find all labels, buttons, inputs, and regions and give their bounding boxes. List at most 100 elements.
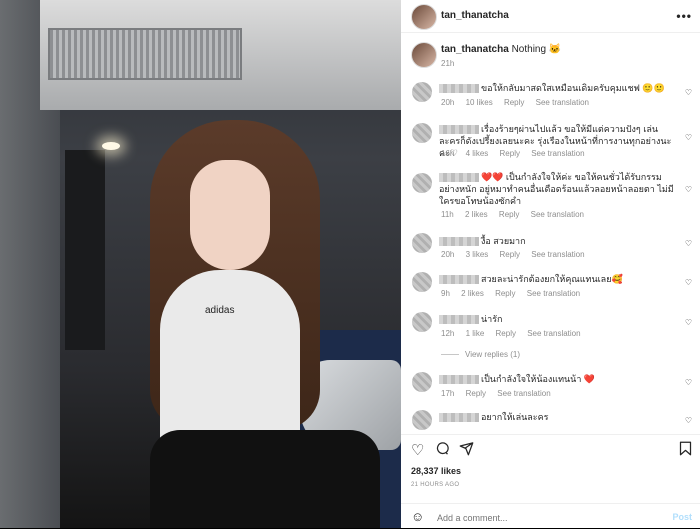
blurred-username[interactable] (439, 375, 479, 385)
share-icon[interactable] (459, 441, 474, 460)
see-translation-button[interactable]: See translation (536, 98, 589, 107)
comment-meta: 20h 3 likes Reply See translation (441, 250, 594, 259)
comment-time[interactable]: 16h (441, 149, 454, 158)
reply-button[interactable]: Reply (495, 289, 515, 298)
comment-likes[interactable]: 4 likes (466, 149, 489, 158)
photo-air-vent (48, 28, 242, 80)
add-comment-bar: ☺ Post (401, 503, 700, 529)
comment-meta: 20h 10 likes Reply See translation (441, 98, 598, 107)
caption-username[interactable]: tan_thanatcha (441, 44, 509, 55)
comment-avatar[interactable] (412, 272, 432, 292)
comment-text: ❤️❤️ เป็นกำลังใจให้ค่ะ ขอให้คนชั่วได้รับ… (439, 172, 674, 206)
comment-icon-svg (436, 442, 449, 455)
bookmark-icon-svg (679, 441, 692, 456)
photo-person-shirt (160, 270, 300, 450)
comment-time[interactable]: 17h (441, 389, 454, 398)
blurred-username[interactable] (439, 315, 479, 325)
heart-icon[interactable]: ♡ (685, 416, 692, 425)
comment-time[interactable]: 11h (441, 210, 454, 219)
more-icon[interactable]: ••• (676, 9, 692, 23)
comment-text: อยากให้เล่นละคร (439, 411, 679, 423)
posted-time[interactable]: 21 HOURS AGO (411, 482, 459, 488)
comment-text: สวยละน่ารักต้องยกให้คุณแทนเลย🥰 (439, 273, 679, 285)
comment-icon[interactable] (435, 441, 450, 460)
share-icon-svg (459, 442, 474, 456)
blurred-username[interactable] (439, 275, 479, 285)
reply-button[interactable]: Reply (466, 389, 486, 398)
heart-icon[interactable]: ♡ (685, 378, 692, 387)
comment-time[interactable]: 20h (441, 250, 454, 259)
blurred-username[interactable] (439, 84, 479, 94)
comment-meta: 16h 4 likes Reply See translation (441, 149, 594, 158)
comment-time[interactable]: 20h (441, 98, 454, 107)
post-side-panel: tan_thanatcha ••• tan_thanatcha Nothing … (401, 0, 700, 528)
comment-avatar[interactable] (412, 372, 432, 392)
photo-ceiling-lamp (102, 142, 120, 150)
comment-text: งื้อ สวยมาก (439, 235, 679, 247)
likes-count[interactable]: 28,337 likes (411, 466, 461, 476)
comment-avatar[interactable] (412, 312, 432, 332)
comment-avatar[interactable] (412, 410, 432, 430)
heart-icon[interactable]: ♡ (685, 185, 692, 194)
comment-likes[interactable]: 3 likes (466, 250, 489, 259)
post-photo[interactable]: adidas (0, 0, 401, 528)
avatar[interactable] (411, 4, 437, 30)
reply-button[interactable]: Reply (500, 149, 520, 158)
view-replies-button[interactable]: View replies (1) (441, 350, 520, 359)
heart-icon[interactable]: ♡ (685, 239, 692, 248)
see-translation-button[interactable]: See translation (527, 289, 580, 298)
comment-text: เป็นกำลังใจให้น้องแทนน้า ❤️ (439, 373, 679, 385)
caption-avatar[interactable] (411, 42, 437, 68)
heart-icon[interactable]: ♡ (685, 318, 692, 327)
reply-button[interactable]: Reply (499, 210, 519, 219)
blurred-username[interactable] (439, 173, 479, 183)
reply-button[interactable]: Reply (496, 329, 516, 338)
photo-person-pants (150, 430, 380, 528)
replies-divider (441, 354, 459, 356)
comment-likes[interactable]: 2 likes (461, 289, 484, 298)
comment-avatar[interactable] (412, 173, 432, 193)
instagram-post-window: adidas tan_thanatcha ••• tan_thanatcha N… (0, 0, 700, 528)
comment-input[interactable] (435, 512, 639, 524)
comment-likes[interactable]: 2 likes (465, 210, 488, 219)
blurred-username[interactable] (439, 413, 479, 423)
comment-time[interactable]: 12h (441, 329, 454, 338)
comment-avatar[interactable] (412, 123, 432, 143)
see-translation-button[interactable]: See translation (527, 329, 580, 338)
blurred-username[interactable] (439, 237, 479, 247)
comment-time[interactable]: 9h (441, 289, 450, 298)
blurred-username[interactable] (439, 125, 479, 135)
comment-meta: 11h 2 likes Reply See translation (441, 210, 593, 219)
comment-meta: 17h Reply See translation (441, 389, 560, 398)
comment-meta: 12h 1 like Reply See translation (441, 329, 590, 338)
caption-body: Nothing 🐱 (511, 44, 562, 55)
caption: tan_thanatcha Nothing 🐱 21h (401, 37, 700, 68)
comment-avatar[interactable] (412, 233, 432, 253)
emoji-icon[interactable]: ☺ (411, 509, 424, 524)
comment-likes[interactable]: 1 like (466, 329, 485, 338)
heart-icon[interactable]: ♡ (411, 441, 424, 459)
see-translation-button[interactable]: See translation (497, 389, 550, 398)
heart-icon[interactable]: ♡ (685, 278, 692, 287)
post-button[interactable]: Post (672, 512, 692, 522)
heart-icon[interactable]: ♡ (685, 88, 692, 97)
photo-doorway (65, 150, 105, 350)
bookmark-icon[interactable] (679, 441, 692, 460)
caption-time[interactable]: 21h (441, 59, 454, 68)
view-replies-label[interactable]: View replies (1) (465, 350, 520, 359)
comment-avatar[interactable] (412, 82, 432, 102)
header-username[interactable]: tan_thanatcha (441, 10, 509, 21)
action-bar: ♡ (401, 434, 700, 465)
reply-button[interactable]: Reply (504, 98, 524, 107)
reply-button[interactable]: Reply (500, 250, 520, 259)
see-translation-button[interactable]: See translation (531, 210, 584, 219)
see-translation-button[interactable]: See translation (531, 149, 584, 158)
shirt-logo: adidas (205, 305, 235, 316)
photo-person-face (190, 160, 270, 270)
comment-text: ขอให้กลับมาสดใสเหมือนเดิมครับคุมแชฟ 🙂🙂 (439, 82, 679, 94)
heart-icon[interactable]: ♡ (685, 133, 692, 142)
comment-meta: 9h 2 likes Reply See translation (441, 289, 589, 298)
comment-likes[interactable]: 10 likes (466, 98, 493, 107)
comment-text: น่ารัก (439, 313, 679, 325)
see-translation-button[interactable]: See translation (531, 250, 584, 259)
